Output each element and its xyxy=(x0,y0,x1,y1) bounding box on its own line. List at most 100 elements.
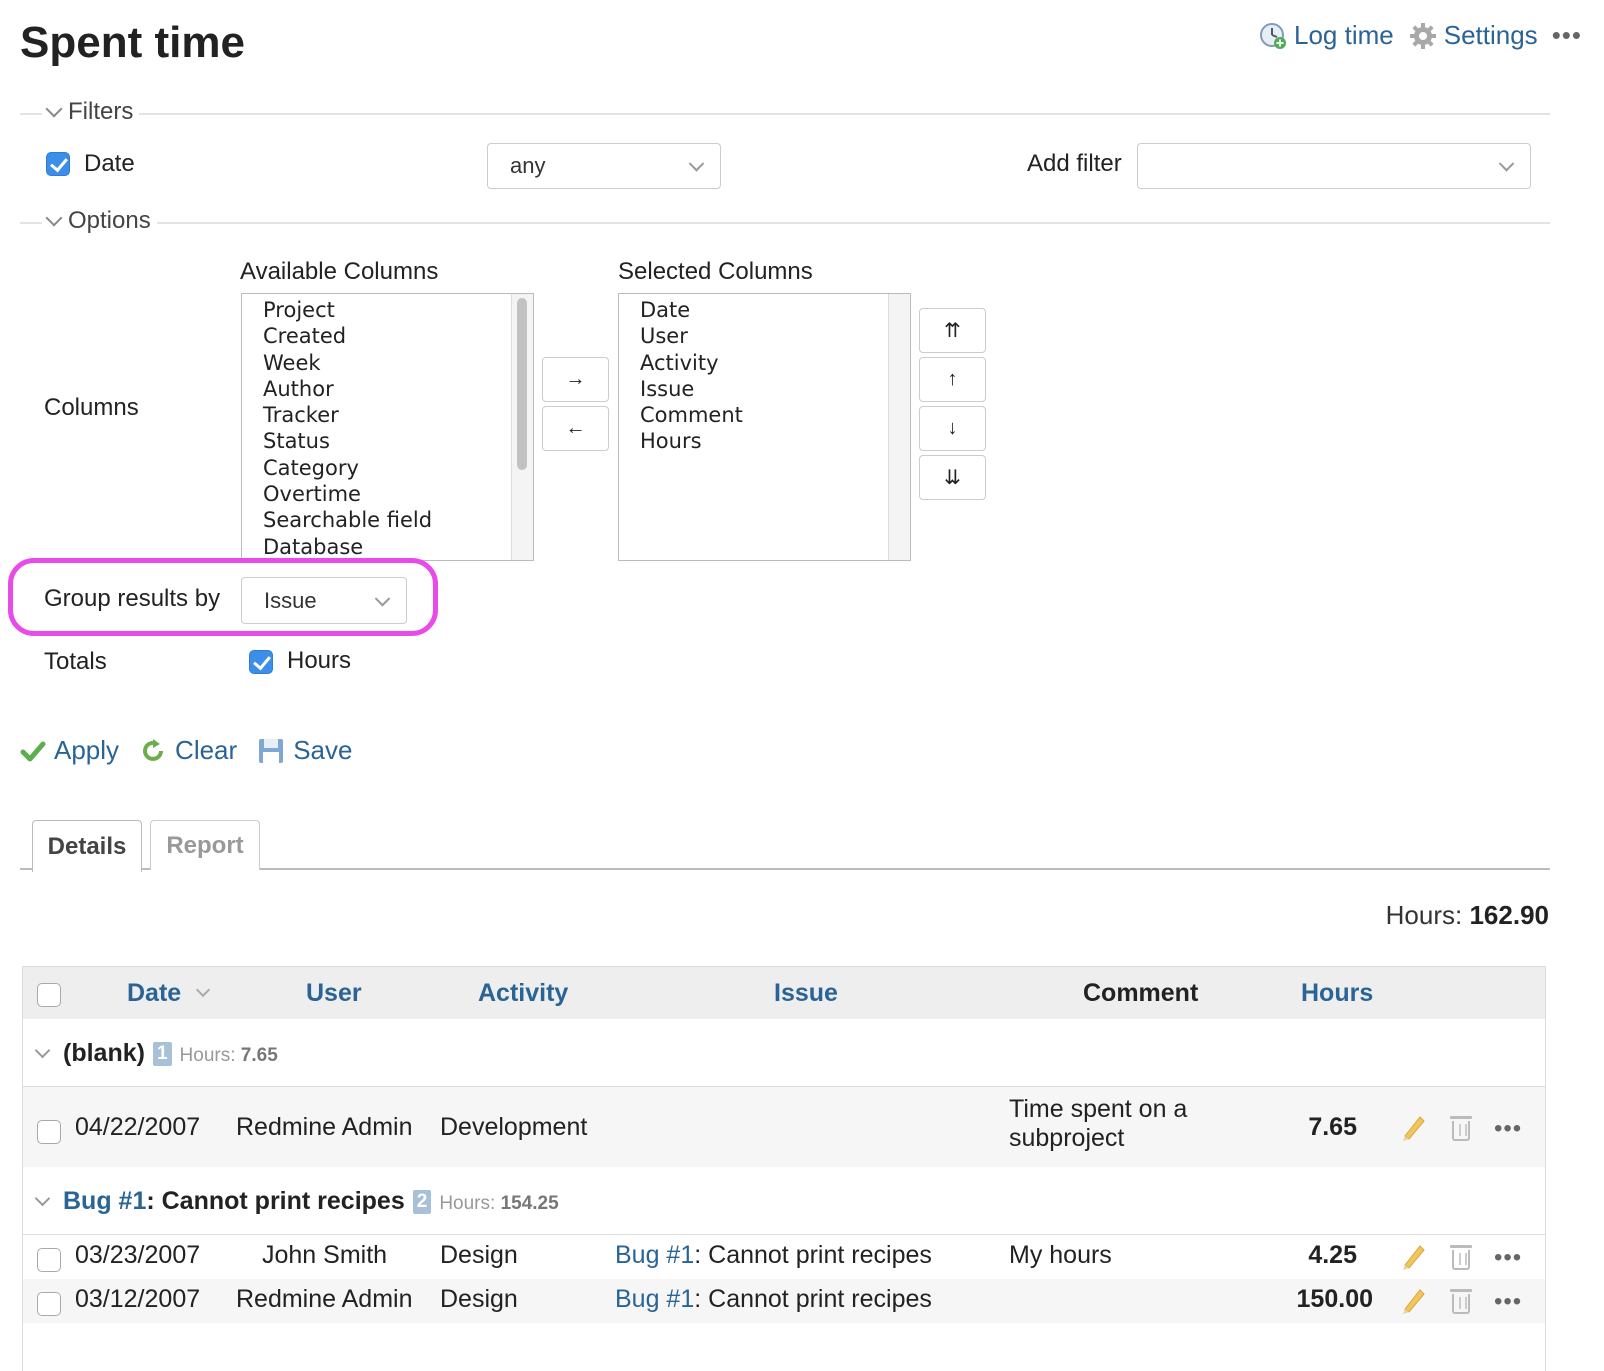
list-item[interactable]: Tracker xyxy=(242,402,533,428)
table-header: Date User Activity Issue Comment Hours xyxy=(23,967,1545,1019)
list-item[interactable]: Hours xyxy=(619,428,910,454)
apply-button[interactable]: Apply xyxy=(20,735,119,766)
entry-activity: Design xyxy=(440,1285,518,1313)
scrollbar-thumb[interactable] xyxy=(517,298,527,470)
checkmark-icon xyxy=(20,741,46,761)
delete-icon[interactable] xyxy=(1450,1116,1472,1141)
list-item[interactable]: Issue xyxy=(619,376,910,402)
edit-icon[interactable] xyxy=(1399,1285,1427,1315)
column-header-issue[interactable]: Issue xyxy=(774,979,838,1008)
entry-issue-link[interactable]: Bug #1 xyxy=(615,1241,694,1269)
gear-icon xyxy=(1409,22,1436,49)
tab-report[interactable]: Report xyxy=(150,820,260,870)
contextual-links: Log time Settings ••• xyxy=(1258,20,1582,51)
list-item[interactable]: Week xyxy=(242,350,533,376)
list-item[interactable]: Searchable field xyxy=(242,507,533,533)
list-item[interactable]: User xyxy=(619,323,910,349)
settings-link[interactable]: Settings xyxy=(1408,20,1538,51)
move-right-button[interactable]: → xyxy=(542,357,609,402)
row-checkbox[interactable] xyxy=(37,1292,61,1316)
edit-icon[interactable] xyxy=(1399,1241,1427,1271)
chevron-down-icon[interactable] xyxy=(34,1190,51,1207)
move-top-button[interactable]: ⇈ xyxy=(919,308,986,353)
list-item[interactable]: Database xyxy=(242,534,533,560)
log-time-label[interactable]: Log time xyxy=(1294,20,1394,51)
options-toggle[interactable]: Options xyxy=(42,207,157,235)
entry-issue-link[interactable]: Bug #1 xyxy=(615,1285,694,1313)
table-row[interactable]: 03/23/2007 John Smith Design Bug #1: Can… xyxy=(23,1235,1545,1279)
entry-issue: Bug #1: Cannot print recipes xyxy=(615,1241,932,1270)
column-header-activity[interactable]: Activity xyxy=(478,979,568,1008)
row-actions-icon[interactable]: ••• xyxy=(1494,1288,1522,1316)
chevron-down-icon[interactable] xyxy=(34,1042,51,1059)
delete-icon[interactable] xyxy=(1450,1289,1472,1314)
add-filter-select[interactable] xyxy=(1137,143,1531,189)
available-columns-list[interactable]: Project Created Week Author Tracker Stat… xyxy=(241,293,534,561)
group-issue-link[interactable]: Bug #1 xyxy=(63,1187,146,1215)
group-row[interactable]: (blank) 1 Hours: 7.65 xyxy=(23,1019,1545,1087)
list-item[interactable]: Status xyxy=(242,428,533,454)
list-item[interactable]: Created xyxy=(242,323,533,349)
save-label[interactable]: Save xyxy=(293,735,352,766)
date-filter-checkbox[interactable] xyxy=(46,152,70,176)
date-filter-label: Date xyxy=(84,150,135,177)
filters-toggle[interactable]: Filters xyxy=(42,98,140,126)
list-item[interactable]: Date xyxy=(619,297,910,323)
scrollbar[interactable] xyxy=(888,294,910,560)
group-by-select[interactable]: Issue xyxy=(241,577,407,624)
group-by-label: Group results by xyxy=(44,585,221,612)
delete-icon[interactable] xyxy=(1450,1245,1472,1270)
table-row[interactable]: 03/12/2007 Redmine Admin Design Bug #1: … xyxy=(23,1279,1545,1323)
entry-date: 03/23/2007 xyxy=(75,1241,201,1269)
log-time-link[interactable]: Log time xyxy=(1258,20,1394,51)
row-actions-icon[interactable]: ••• xyxy=(1494,1244,1522,1272)
entry-user-link[interactable]: Redmine Admin xyxy=(236,1285,412,1314)
list-item[interactable]: Activity xyxy=(619,350,910,376)
table-row[interactable]: 04/22/2007 Redmine Admin Development Tim… xyxy=(23,1087,1545,1167)
columns-label: Columns xyxy=(44,394,139,421)
group-row[interactable]: Bug #1: Cannot print recipes 2 Hours: 154.… xyxy=(23,1167,1545,1235)
date-operator-select[interactable]: any xyxy=(487,143,721,189)
move-down-button[interactable]: ↓ xyxy=(919,406,986,451)
list-item[interactable]: Author xyxy=(242,376,533,402)
list-item[interactable]: Overtime xyxy=(242,481,533,507)
row-checkbox[interactable] xyxy=(37,1248,61,1272)
column-header-date-label[interactable]: Date xyxy=(127,979,181,1007)
select-all-checkbox[interactable] xyxy=(37,983,61,1007)
tab-details[interactable]: Details xyxy=(32,820,142,872)
scrollbar[interactable] xyxy=(511,294,533,560)
group-total: Hours: 7.65 xyxy=(180,1045,278,1066)
entry-hours: 4.25 xyxy=(1308,1241,1357,1269)
move-up-button[interactable]: ↑ xyxy=(919,357,986,402)
edit-icon[interactable] xyxy=(1399,1112,1427,1142)
clear-button[interactable]: Clear xyxy=(139,735,237,766)
move-bottom-button[interactable]: ⇊ xyxy=(919,455,986,500)
clear-label[interactable]: Clear xyxy=(175,735,237,766)
entry-user-link[interactable]: John Smith xyxy=(262,1241,387,1270)
row-checkbox[interactable] xyxy=(37,1120,61,1144)
group-total-label: Hours: xyxy=(179,1045,236,1066)
apply-label[interactable]: Apply xyxy=(54,735,119,766)
entry-user-link[interactable]: Redmine Admin xyxy=(236,1113,412,1142)
settings-label[interactable]: Settings xyxy=(1444,20,1538,51)
group-total-value: 7.65 xyxy=(240,1045,278,1066)
column-header-comment: Comment xyxy=(1083,979,1199,1007)
column-header-user[interactable]: User xyxy=(306,979,362,1008)
save-button[interactable]: Save xyxy=(257,735,352,766)
move-left-button[interactable]: ← xyxy=(542,406,609,451)
selected-columns-title: Selected Columns xyxy=(618,258,813,285)
selected-columns-list[interactable]: Date User Activity Issue Comment Hours xyxy=(618,293,911,561)
row-actions-icon[interactable]: ••• xyxy=(1494,1115,1522,1143)
list-item[interactable]: Project xyxy=(242,297,533,323)
column-header-hours[interactable]: Hours xyxy=(1301,979,1373,1008)
column-header-date[interactable]: Date xyxy=(127,979,211,1008)
reload-icon xyxy=(143,738,164,761)
page-title: Spent time xyxy=(20,18,245,67)
totals-hours-checkbox[interactable] xyxy=(249,650,273,674)
entry-comment: My hours xyxy=(1009,1241,1112,1269)
list-item[interactable]: Comment xyxy=(619,402,910,428)
more-actions-icon[interactable]: ••• xyxy=(1552,20,1582,51)
list-item[interactable]: Category xyxy=(242,455,533,481)
chevron-down-icon xyxy=(45,100,63,118)
entry-issue-title: : Cannot print recipes xyxy=(694,1241,932,1269)
